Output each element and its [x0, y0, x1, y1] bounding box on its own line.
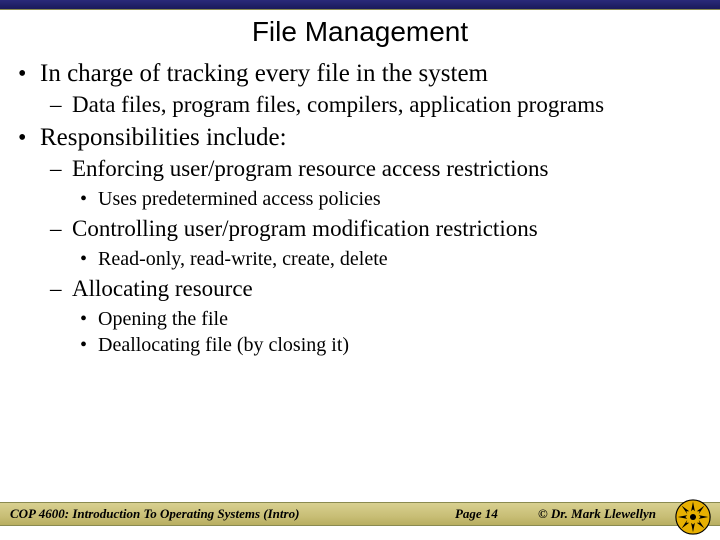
list-item-text: Allocating resource — [72, 274, 253, 304]
list-item: – Allocating resource • Opening the file — [50, 274, 702, 358]
list-item-text: Responsibilities include: — [40, 122, 287, 154]
list-item-text: Deallocating file (by closing it) — [98, 332, 349, 358]
list-item-text: Uses predetermined access policies — [98, 186, 381, 212]
bullet-dot-icon: • — [80, 332, 98, 358]
list-item: • Responsibilities include: – Enforcing … — [12, 122, 702, 358]
list-item: – Controlling user/program modification … — [50, 214, 702, 272]
footer-course: COP 4600: Introduction To Operating Syst… — [10, 506, 299, 522]
list-item: – Data files, program files, compilers, … — [50, 90, 702, 120]
bullet-dot-icon: • — [80, 186, 98, 212]
list-item: • In charge of tracking every file in th… — [12, 58, 702, 120]
bullet-dash-icon: – — [50, 154, 72, 184]
list-item-text: Read-only, read-write, create, delete — [98, 246, 388, 272]
bullet-dot-icon: • — [80, 306, 98, 332]
list-item-text: Controlling user/program modification re… — [72, 214, 538, 244]
footer-page: Page 14 — [455, 506, 498, 522]
list-item-text: In charge of tracking every file in the … — [40, 58, 488, 90]
list-item: • Opening the file — [80, 306, 702, 332]
bullet-dot-icon: • — [80, 246, 98, 272]
list-item: • Read-only, read-write, create, delete — [80, 246, 702, 272]
list-item: • Deallocating file (by closing it) — [80, 332, 702, 358]
slide-body: • In charge of tracking every file in th… — [0, 58, 720, 494]
top-accent-bar — [0, 0, 720, 10]
list-item: • Uses predetermined access policies — [80, 186, 702, 212]
bullet-dash-icon: – — [50, 274, 72, 304]
footer: COP 4600: Introduction To Operating Syst… — [0, 494, 720, 540]
list-item-text: Enforcing user/program resource access r… — [72, 154, 548, 184]
ucf-logo-icon — [674, 498, 712, 536]
bullet-list: • In charge of tracking every file in th… — [12, 58, 702, 358]
slide: File Management • In charge of tracking … — [0, 0, 720, 540]
footer-bar: COP 4600: Introduction To Operating Syst… — [0, 502, 720, 526]
list-item-text: Data files, program files, compilers, ap… — [72, 90, 604, 120]
bullet-dash-icon: – — [50, 90, 72, 120]
list-item: – Enforcing user/program resource access… — [50, 154, 702, 212]
slide-title: File Management — [0, 16, 720, 48]
bullet-dot-icon: • — [12, 122, 40, 154]
footer-author: © Dr. Mark Llewellyn — [538, 506, 656, 522]
bullet-dot-icon: • — [12, 58, 40, 90]
list-item-text: Opening the file — [98, 306, 228, 332]
bullet-dash-icon: – — [50, 214, 72, 244]
